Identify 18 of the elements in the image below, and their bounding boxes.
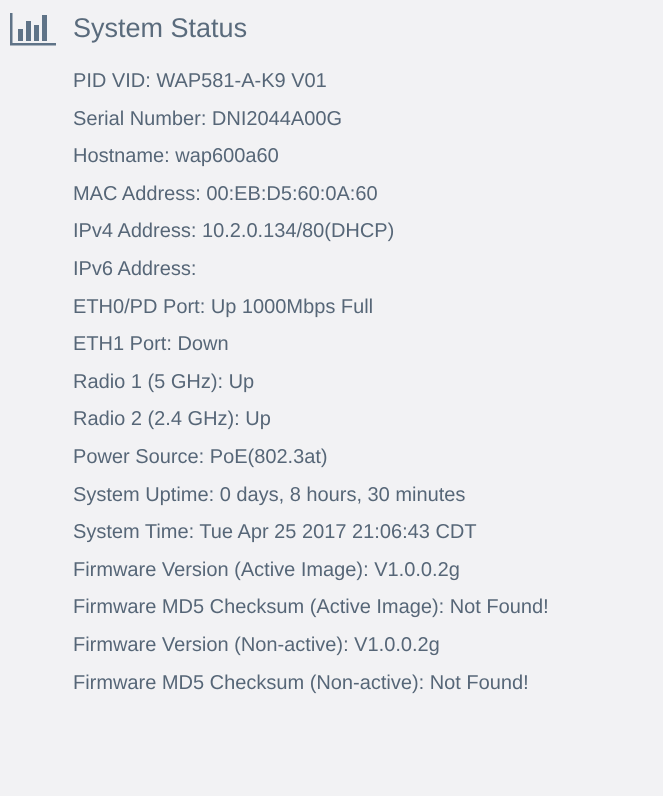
status-line: Firmware MD5 Checksum (Active Image): Not Found! bbox=[73, 595, 550, 620]
status-line: Firmware Version (Non-active): V1.0.0.2g bbox=[73, 632, 441, 658]
section-title: System Status bbox=[73, 12, 248, 44]
status-line: Radio 1 (5 GHz): Up bbox=[73, 370, 256, 395]
status-line: Serial Number: DNI2044A00G bbox=[73, 106, 344, 132]
status-line: Firmware Version (Active Image): V1.0.0.2g bbox=[73, 558, 461, 583]
status-line: IPv4 Address: 10.2.0.134/80(DHCP) bbox=[73, 219, 396, 244]
status-line: PID VID: WAP581-A-K9 V01 bbox=[73, 69, 328, 94]
status-line: ETH1 Port: Down bbox=[73, 332, 230, 358]
status-line: Hostname: wap600a60 bbox=[73, 144, 280, 170]
status-line: ETH0/PD Port: Up 1000Mbps Full bbox=[73, 294, 374, 320]
status-line: System Uptime: 0 days, 8 hours, 30 minutes bbox=[73, 482, 466, 508]
status-line: Radio 2 (2.4 GHz): Up bbox=[73, 407, 272, 432]
status-line: MAC Address: 00:EB:D5:60:0A:60 bbox=[73, 182, 379, 207]
status-line: System Time: Tue Apr 25 2017 21:06:43 CDT bbox=[73, 520, 478, 546]
status-line: Firmware MD5 Checksum (Non-active): Not Found! bbox=[73, 670, 530, 696]
status-line: Power Source: PoE(802.3at) bbox=[73, 444, 329, 470]
status-line: IPv6 Address: bbox=[73, 256, 198, 282]
